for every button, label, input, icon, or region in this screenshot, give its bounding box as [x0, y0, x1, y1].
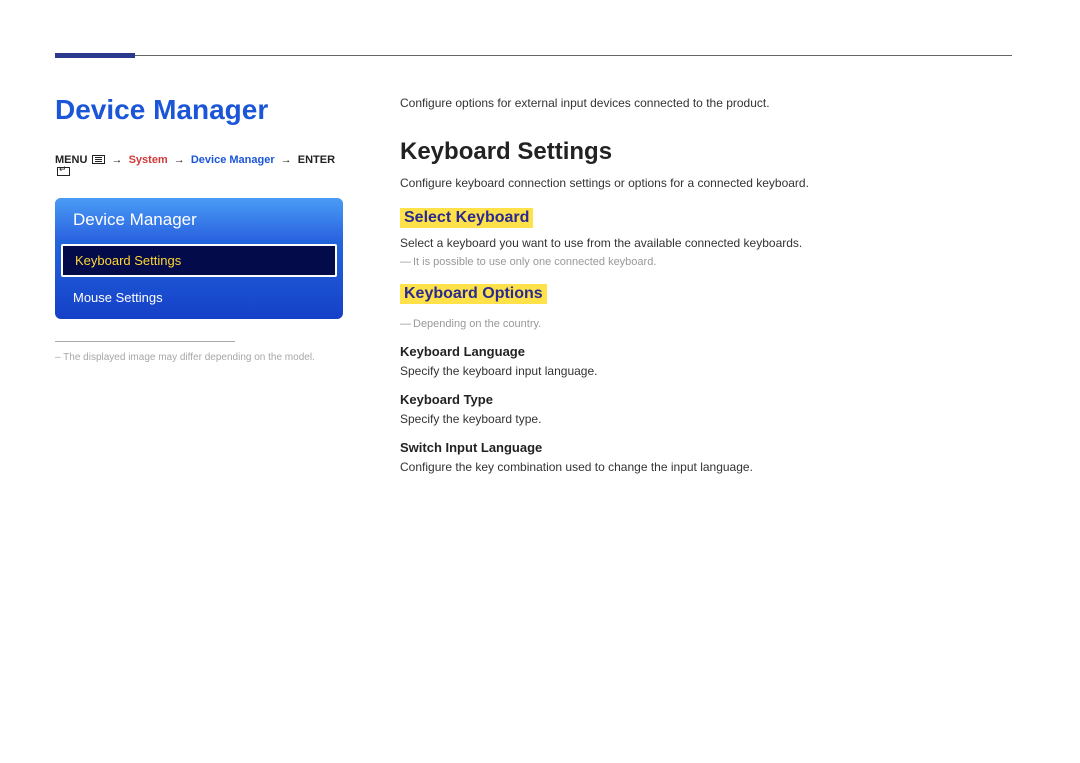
subheading-keyboard-options: Keyboard Options	[400, 284, 547, 304]
option-keyboard-language: Keyboard Language Specify the keyboard i…	[400, 344, 1012, 378]
option-body: Specify the keyboard type.	[400, 412, 1012, 426]
select-keyboard-body: Select a keyboard you want to use from t…	[400, 236, 1012, 250]
keyboard-options-note: Depending on the country.	[400, 318, 1012, 330]
menu-icon	[92, 155, 105, 164]
subheading-select-keyboard: Select Keyboard	[400, 208, 533, 228]
breadcrumb-device: Device Manager	[191, 154, 275, 166]
panel-item-keyboard-settings[interactable]: Keyboard Settings	[61, 244, 337, 277]
section-heading-keyboard-settings: Keyboard Settings	[400, 138, 1012, 166]
breadcrumb-enter: ENTER	[298, 154, 335, 166]
enter-icon	[57, 167, 70, 176]
intro-text: Configure options for external input dev…	[400, 96, 1012, 110]
option-title: Keyboard Language	[400, 344, 1012, 359]
keyboard-options-section: Keyboard Options Depending on the countr…	[400, 284, 1012, 474]
arrow-icon: →	[281, 154, 292, 166]
option-keyboard-type: Keyboard Type Specify the keyboard type.	[400, 392, 1012, 426]
breadcrumb: MENU → System → Device Manager → ENTER	[55, 154, 345, 178]
top-divider	[55, 55, 1012, 56]
panel-header: Device Manager	[55, 198, 343, 240]
option-title: Switch Input Language	[400, 440, 1012, 455]
page-title: Device Manager	[55, 94, 345, 126]
arrow-icon: →	[174, 154, 185, 166]
panel-item-mouse-settings[interactable]: Mouse Settings	[55, 281, 343, 319]
breadcrumb-system: System	[129, 154, 168, 166]
arrow-icon: →	[112, 154, 123, 166]
sidebar-note: The displayed image may differ depending…	[55, 352, 345, 363]
option-body: Specify the keyboard input language.	[400, 364, 1012, 378]
device-manager-panel: Device Manager Keyboard Settings Mouse S…	[55, 198, 343, 319]
sidebar-divider	[55, 341, 235, 342]
select-keyboard-section: Select Keyboard Select a keyboard you wa…	[400, 208, 1012, 268]
select-keyboard-note: It is possible to use only one connected…	[400, 256, 1012, 268]
section-body: Configure keyboard connection settings o…	[400, 176, 1012, 190]
option-body: Configure the key combination used to ch…	[400, 460, 1012, 474]
option-title: Keyboard Type	[400, 392, 1012, 407]
option-switch-input-language: Switch Input Language Configure the key …	[400, 440, 1012, 474]
